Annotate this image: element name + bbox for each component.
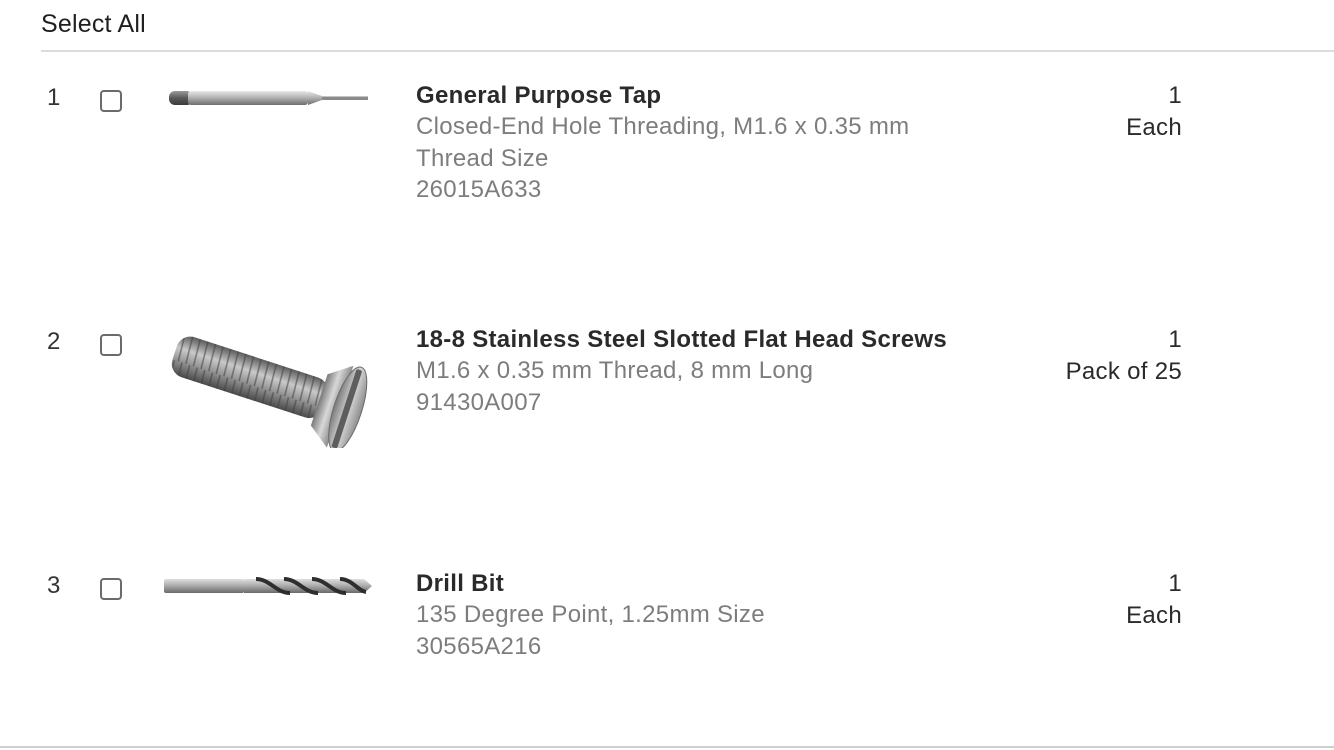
item-title[interactable]: Drill Bit [416,568,956,599]
list-item: 3 Drill Bit 135 Degree Point, 1.25mm Siz… [0,570,1334,750]
item-number: 2 [47,328,61,355]
item-description: Closed-End Hole Threading, M1.6 x 0.35 m… [416,113,910,172]
item-part-number: 30565A216 [416,632,542,660]
footer-divider [0,746,1334,748]
item-quantity: 1 Pack of 25 [1066,324,1182,387]
item-title[interactable]: 18-8 Stainless Steel Slotted Flat Head S… [416,324,956,355]
item-info: 18-8 Stainless Steel Slotted Flat Head S… [416,324,956,418]
list-item: 2 18-8 Stainless Steel Slotted Flat Head… [0,326,1334,508]
quantity-value: 1 [1168,326,1182,353]
item-description: 135 Degree Point, 1.25mm Size [416,601,765,628]
quantity-value: 1 [1168,82,1182,109]
item-part-number: 91430A007 [416,388,542,416]
item-part-number: 26015A633 [416,176,542,203]
list-item: 1 General Purpose Tap Closed-End Hole Th… [0,82,1334,264]
quantity-unit: Each [1126,113,1182,141]
item-quantity: 1 Each [1126,568,1182,631]
quantity-unit: Each [1126,601,1182,629]
header-divider [41,50,1334,52]
screw-image [160,328,375,453]
tap-image [160,88,375,117]
item-info: General Purpose Tap Closed-End Hole Thre… [416,80,956,206]
item-info: Drill Bit 135 Degree Point, 1.25mm Size … [416,568,956,662]
quantity-value: 1 [1168,570,1182,597]
item-title[interactable]: General Purpose Tap [416,80,956,111]
item-checkbox[interactable] [100,90,122,112]
order-items-page: Select All 1 General Purpose Tap Closed-… [0,0,1334,750]
select-all-button[interactable]: Select All [41,10,146,39]
item-description: M1.6 x 0.35 mm Thread, 8 mm Long [416,357,814,384]
drill-bit-image [160,575,375,604]
item-checkbox[interactable] [100,578,122,600]
item-number: 3 [47,572,61,599]
item-checkbox[interactable] [100,334,122,356]
item-number: 1 [47,84,61,111]
item-quantity: 1 Each [1126,80,1182,143]
quantity-unit: Pack of 25 [1065,357,1182,385]
